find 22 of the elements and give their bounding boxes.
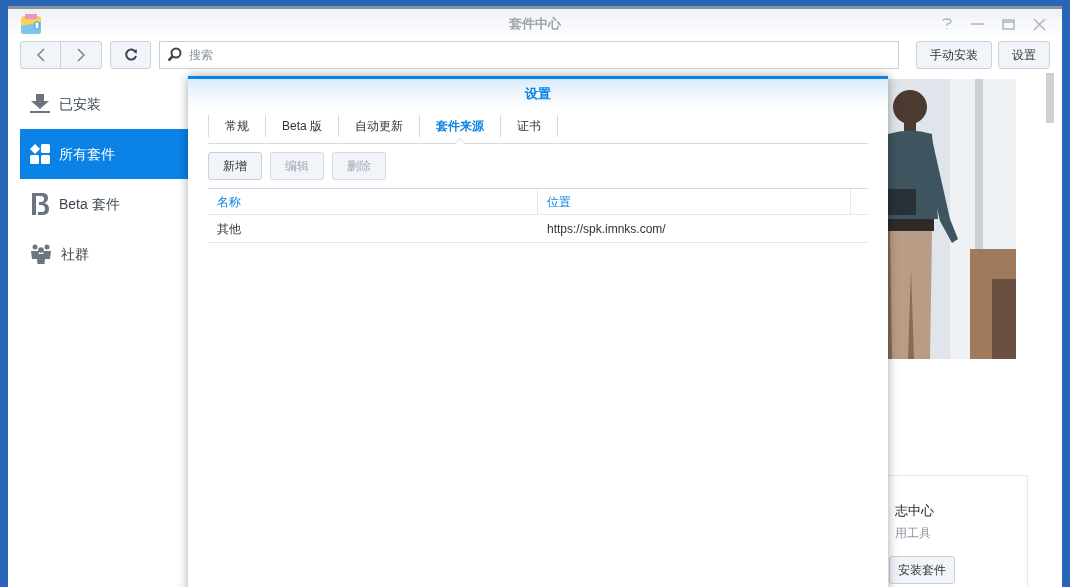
tab[interactable]: 自动更新 <box>339 109 420 143</box>
column-header[interactable]: 位置 <box>538 189 851 214</box>
sidebar-item[interactable]: 所有套件 <box>20 129 188 179</box>
tab[interactable]: 套件来源 <box>420 109 501 143</box>
manual-install-button[interactable]: 手动安装 <box>916 41 992 69</box>
tab[interactable]: 证书 <box>501 109 558 143</box>
column-header[interactable]: 名称 <box>208 189 538 214</box>
table-cell-text: https://spk.imnks.com/ <box>546 220 667 238</box>
tab[interactable]: Beta 版 <box>266 109 339 143</box>
sidebar-item[interactable]: 社群 <box>20 229 188 279</box>
search-field[interactable]: 搜索 <box>159 41 899 69</box>
package-title: 志中心 <box>895 502 935 520</box>
sidebar-item[interactable]: Beta 套件 <box>20 179 188 229</box>
window-title: 套件中心 <box>509 16 561 32</box>
settings-button[interactable]: 设置 <box>998 41 1050 69</box>
tab[interactable]: 常规 <box>209 109 265 143</box>
add-button[interactable]: 新增 <box>208 152 262 180</box>
package-subtitle: 用工具 <box>895 525 932 542</box>
install-button[interactable]: 安装套件 <box>889 556 955 584</box>
table-cell-text: 其他 <box>216 220 242 238</box>
sidebar-item[interactable]: 已安装 <box>20 79 188 129</box>
dialog-title: 设置 <box>525 85 551 104</box>
